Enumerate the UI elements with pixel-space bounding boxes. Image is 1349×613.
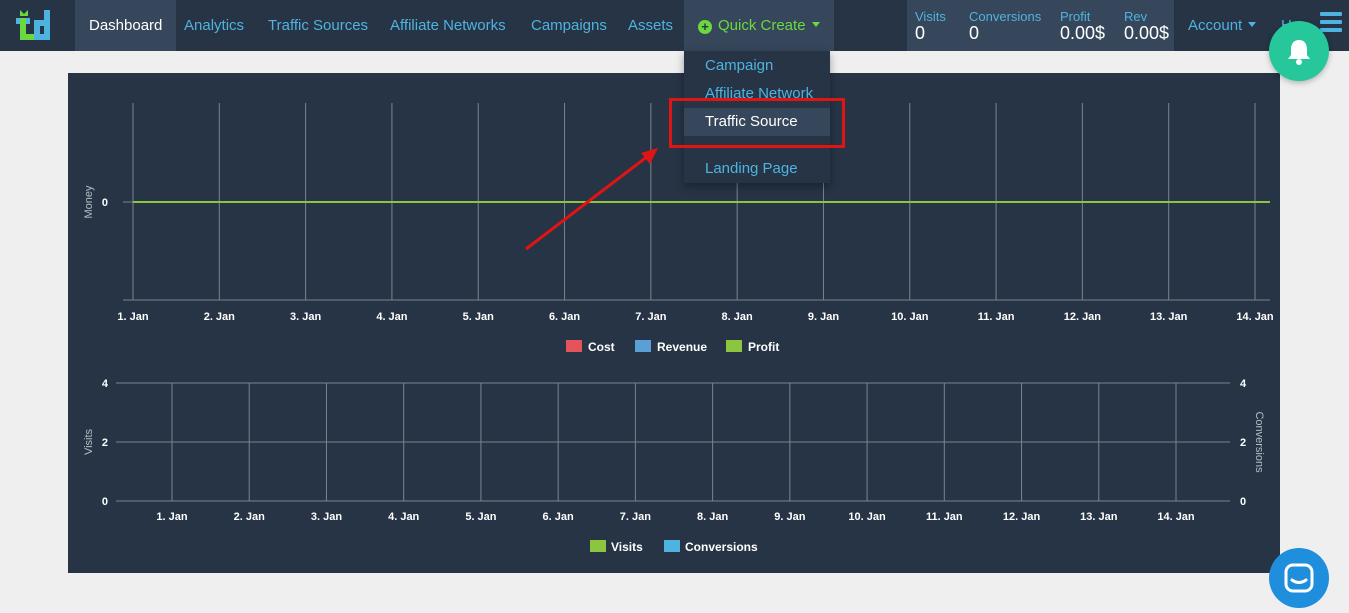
chat-button[interactable]	[1269, 548, 1329, 608]
annotation-arrow-head	[641, 148, 658, 164]
dropdown-item-landing-page[interactable]: Landing Page	[684, 155, 830, 183]
dropdown-item-label: Campaign	[705, 57, 774, 74]
annotation-highlight-box	[669, 98, 845, 148]
dropdown-item-label: Landing Page	[705, 160, 798, 177]
chat-icon	[1284, 563, 1314, 593]
annotation-arrow-line	[525, 154, 649, 251]
bell-icon	[1288, 40, 1310, 65]
annotation-overlay	[525, 148, 658, 251]
notifications-button[interactable]	[1269, 21, 1329, 81]
dropdown-item-campaign[interactable]: Campaign	[684, 52, 830, 80]
